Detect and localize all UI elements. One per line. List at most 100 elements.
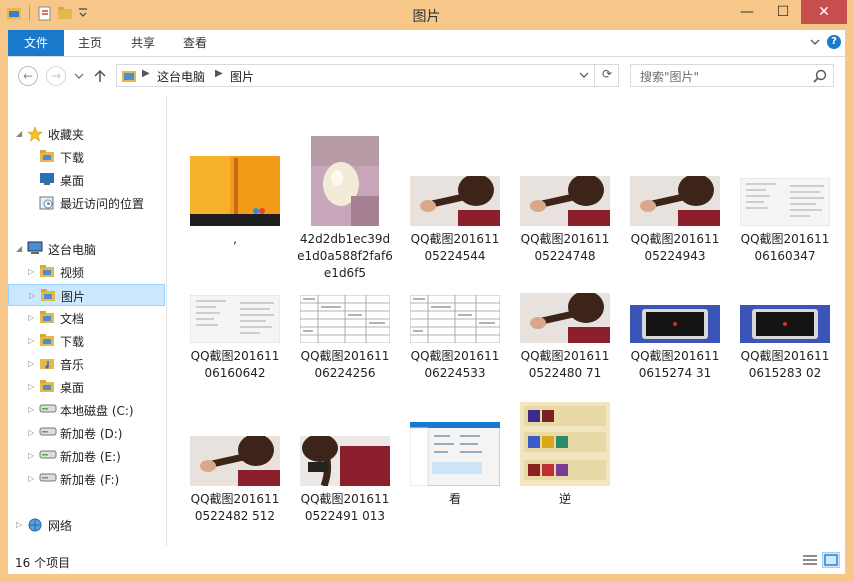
file-name: QQ截图2016110522480 71	[520, 349, 610, 380]
search-input[interactable]: 搜索"图片"	[640, 68, 699, 85]
expand-arrow-icon[interactable]: ▷	[28, 474, 34, 483]
expand-arrow-icon[interactable]: ▷	[28, 336, 34, 345]
file-item[interactable]: QQ截图20161105224748	[513, 176, 617, 265]
minimize-button[interactable]: —	[729, 0, 765, 24]
expand-arrow-icon[interactable]: ◢	[16, 129, 22, 138]
recent-places-icon	[39, 195, 55, 210]
sidebar-item[interactable]: 下载	[8, 146, 165, 168]
large-icons-view-button[interactable]	[822, 552, 840, 568]
expand-arrow-icon[interactable]: ◢	[16, 244, 22, 253]
file-item[interactable]: QQ截图20161105224943	[623, 176, 727, 265]
recent-locations-chevron-icon[interactable]	[74, 71, 84, 81]
drive-icon	[39, 471, 57, 485]
sidebar-item-label: 新加卷 (E:)	[60, 450, 121, 464]
file-item[interactable]: 看	[403, 422, 507, 508]
maximize-button[interactable]: ☐	[765, 0, 801, 24]
file-name: QQ截图20161106224256	[300, 349, 390, 380]
expand-arrow-icon[interactable]: ▷	[29, 291, 35, 300]
breadcrumb-separator[interactable]: ▶	[215, 68, 223, 79]
file-thumbnail	[311, 136, 379, 226]
file-thumbnail	[630, 305, 720, 343]
video-folder-icon	[39, 264, 55, 278]
file-item[interactable]: 42d2db1ec39de1d0a588f2faf6e1d6f5	[293, 136, 397, 282]
status-bar: 16 个项目	[8, 546, 845, 574]
sidebar-item[interactable]: 桌面	[8, 169, 165, 191]
file-item[interactable]: ,	[183, 156, 287, 248]
sidebar-item[interactable]: ▷ 文档	[8, 307, 165, 329]
file-item[interactable]: QQ截图20161105224544	[403, 176, 507, 265]
file-item[interactable]: QQ截图20161106224256	[293, 295, 397, 382]
ribbon-right-controls: ?	[809, 35, 841, 49]
details-view-button[interactable]	[801, 552, 819, 568]
expand-arrow-icon[interactable]: ▷	[28, 451, 34, 460]
file-item[interactable]: 逆	[513, 402, 617, 508]
expand-arrow-icon[interactable]: ▷	[28, 428, 34, 437]
title-bar[interactable]: 图片 — ☐ ✕	[0, 0, 853, 30]
expand-arrow-icon[interactable]: ▷	[16, 520, 22, 529]
sidebar-item[interactable]: ◢ 这台电脑	[8, 238, 165, 260]
expand-arrow-icon[interactable]: ▷	[28, 359, 34, 368]
sidebar-item[interactable]: ▷ 网络	[8, 514, 165, 536]
sidebar-item-label: 音乐	[60, 358, 85, 372]
file-item[interactable]: QQ截图2016110615283 02	[733, 305, 837, 382]
navigation-pane[interactable]: ◢ 收藏夹 下载 桌面 最近访问的位置 ◢ 这台电脑 ▷ 视频 ▷ 图片 ▷ 文档 ▷ 下载 ▷ 音乐 ▷ 桌面 ▷ 本…	[8, 96, 167, 546]
file-item[interactable]: QQ截图20161106160347	[733, 178, 837, 265]
forward-button[interactable]: →	[46, 66, 66, 86]
file-name: QQ截图20161105224544	[410, 232, 500, 263]
file-thumbnail	[410, 422, 500, 486]
file-item[interactable]: QQ截图2016110522480 71	[513, 293, 617, 382]
up-arrow-icon[interactable]	[93, 68, 107, 84]
sidebar-item[interactable]: ▷ 新加卷 (D:)	[8, 422, 165, 444]
sidebar-item-label: 视频	[60, 266, 85, 280]
sidebar-item[interactable]: ▷ 图片	[8, 284, 165, 306]
tab-view[interactable]: 查看	[172, 30, 218, 56]
breadcrumb-pictures[interactable]: 图片	[230, 68, 254, 85]
file-list[interactable]: , 42d2db1ec39de1d0a588f2faf6e1d6f5 QQ截图201…	[167, 96, 845, 546]
file-name: QQ截图20161105224748	[520, 232, 610, 263]
search-icon[interactable]	[813, 69, 827, 83]
close-button[interactable]: ✕	[801, 0, 847, 24]
file-item[interactable]: QQ截图2016110522491 013	[293, 436, 397, 525]
sidebar-item[interactable]: ▷ 新加卷 (E:)	[8, 445, 165, 467]
address-dropdown-icon[interactable]	[579, 72, 589, 80]
file-thumbnail	[740, 305, 830, 343]
tab-home[interactable]: 主页	[66, 30, 114, 56]
desktop-icon	[39, 172, 55, 186]
file-item[interactable]: QQ截图2016110615274 31	[623, 305, 727, 382]
breadcrumb-this-pc[interactable]: 这台电脑	[157, 68, 205, 85]
expand-arrow-icon[interactable]: ▷	[28, 405, 34, 414]
pictures-folder-icon	[40, 288, 56, 302]
sidebar-item-label: 本地磁盘 (C:)	[60, 404, 134, 418]
file-item[interactable]: QQ截图20161106224533	[403, 295, 507, 382]
sidebar-item[interactable]: ▷ 新加卷 (F:)	[8, 468, 165, 490]
breadcrumb-separator[interactable]: ▶	[142, 68, 150, 79]
file-item[interactable]: QQ截图2016110522482 512	[183, 436, 287, 525]
expand-arrow-icon[interactable]: ▷	[28, 382, 34, 391]
sidebar-item[interactable]: ◢ 收藏夹	[8, 123, 165, 145]
file-thumbnail	[520, 293, 610, 343]
sidebar-item[interactable]: ▷ 本地磁盘 (C:)	[8, 399, 165, 421]
help-icon[interactable]: ?	[827, 35, 841, 49]
star-icon	[27, 126, 43, 142]
sidebar-item[interactable]: 最近访问的位置	[8, 192, 165, 214]
expand-arrow-icon[interactable]: ▷	[28, 313, 34, 322]
file-item[interactable]: QQ截图20161106160642	[183, 295, 287, 382]
sidebar-item-label: 下载	[60, 151, 85, 165]
tab-share[interactable]: 共享	[120, 30, 166, 56]
expand-arrow-icon[interactable]: ▷	[28, 267, 34, 276]
refresh-button[interactable]: ⟳	[594, 64, 619, 87]
address-bar[interactable]: ▶ 这台电脑 ▶ 图片	[116, 64, 619, 87]
back-button[interactable]: ←	[18, 66, 38, 86]
expand-ribbon-icon[interactable]	[809, 36, 821, 48]
file-name: QQ截图2016110615274 31	[630, 349, 720, 380]
sidebar-item[interactable]: ▷ 音乐	[8, 353, 165, 375]
sidebar-item[interactable]: ▷ 下载	[8, 330, 165, 352]
window-client: 文件 主页 共享 查看 ? ← → ▶ 这台电脑 ▶ 图片 ⟳ 搜索"图片" ◢…	[8, 30, 845, 574]
file-thumbnail	[300, 436, 390, 486]
search-box[interactable]: 搜索"图片"	[630, 64, 834, 87]
desktop-folder-icon	[39, 379, 55, 393]
tab-file[interactable]: 文件	[8, 30, 64, 56]
network-icon	[27, 517, 43, 532]
sidebar-item[interactable]: ▷ 视频	[8, 261, 165, 283]
sidebar-item[interactable]: ▷ 桌面	[8, 376, 165, 398]
